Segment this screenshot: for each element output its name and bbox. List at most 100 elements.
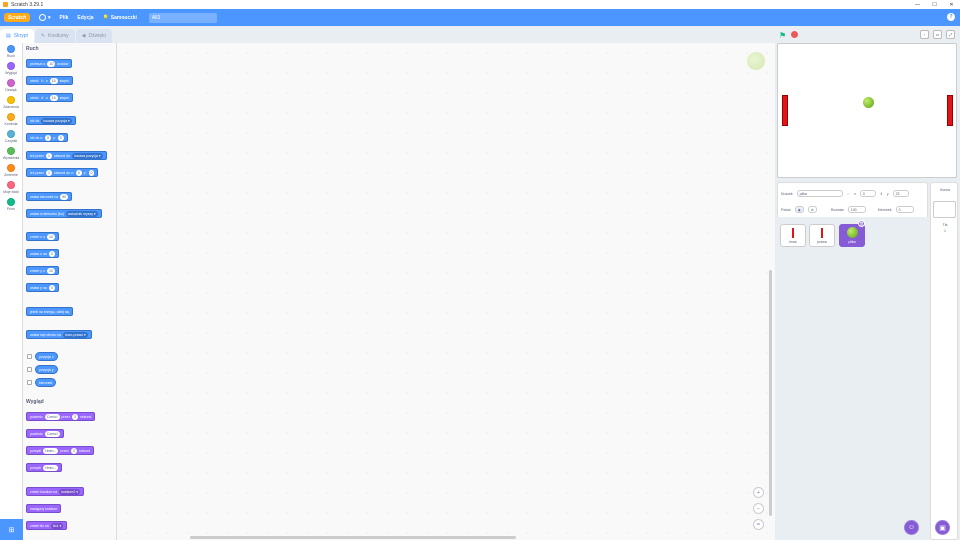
think-for-secs-block[interactable]: pomyśl Hmm... przez 2 sekund xyxy=(26,446,95,455)
y-input[interactable]: 0 xyxy=(57,134,64,141)
category-6[interactable]: Wyrażenia xyxy=(0,147,22,164)
stop-icon[interactable] xyxy=(791,31,798,38)
sprite-tile-lewa[interactable]: lewa xyxy=(780,224,806,247)
x-input[interactable]: 0 xyxy=(859,190,876,197)
rotation-style-block[interactable]: ustaw styl obrotu na lewo-prawo ▾ xyxy=(26,330,92,339)
hide-button[interactable]: ⊘ xyxy=(807,206,817,213)
language-menu[interactable]: ▾ xyxy=(39,14,51,21)
direction-reporter[interactable]: kierunek xyxy=(35,378,57,387)
project-title-input[interactable]: All3 xyxy=(148,12,217,23)
change-x-block[interactable]: zmień x o 10 xyxy=(26,232,59,241)
close-icon[interactable]: ✕ xyxy=(943,0,960,9)
choose-backdrop-button[interactable]: ▣ xyxy=(935,520,950,535)
category-9[interactable]: Pióro xyxy=(0,198,22,215)
y-input[interactable]: 0 xyxy=(48,284,55,291)
maximize-icon[interactable]: ☐ xyxy=(926,0,943,9)
category-0[interactable]: Ruch xyxy=(0,45,22,62)
tab-costumes[interactable]: ✎ Kostiumy xyxy=(34,29,75,43)
minimize-icon[interactable]: — xyxy=(909,0,926,9)
message-input[interactable]: Cześć! xyxy=(44,413,60,420)
point-towards-block[interactable]: ustaw w kierunku (ku) wskaźnik myszy ▾ xyxy=(26,209,102,218)
next-costume-block[interactable]: następny kostium xyxy=(26,504,62,513)
message-input[interactable]: Hmm... xyxy=(43,447,59,454)
ball-sprite[interactable] xyxy=(863,97,874,108)
rotation-style-dropdown[interactable]: lewo-prawo ▾ xyxy=(63,331,88,338)
goto-block[interactable]: idź do losowa pozycja ▾ xyxy=(26,116,76,125)
glide-xy-block[interactable]: leć przez 1 sekund do x: 0 y: 0 xyxy=(26,168,99,177)
show-visible-button[interactable]: ◉ xyxy=(794,206,804,213)
turn-left-block[interactable]: obróć ↺ o 15 stopni xyxy=(26,93,73,102)
steps-input[interactable]: 10 xyxy=(47,60,56,67)
zoom-out-button[interactable]: − xyxy=(753,503,764,514)
degrees-input[interactable]: 15 xyxy=(49,77,58,84)
file-menu[interactable]: Plik xyxy=(60,15,69,21)
bounce-block[interactable]: jeżeli na brzegu, odbij się xyxy=(26,307,74,316)
green-flag-icon[interactable]: ⚑ xyxy=(779,31,786,40)
switch-backdrop-block[interactable]: zmień tło na tło1 ▾ xyxy=(26,521,68,530)
tutorials-menu[interactable]: 💡 Samouczki xyxy=(103,15,137,21)
stage[interactable] xyxy=(777,43,957,178)
message-input[interactable]: Cześć! xyxy=(44,430,60,437)
sprite-name-input[interactable]: piłka xyxy=(796,190,843,197)
y-input[interactable]: 23 xyxy=(892,190,909,197)
glide-target-dropdown[interactable]: losowa pozycja ▾ xyxy=(72,152,103,159)
sprite-tile-prawa[interactable]: prawa xyxy=(809,224,835,247)
x-input[interactable]: 0 xyxy=(45,134,51,141)
turn-right-block[interactable]: obróć ↻ o 15 stopni xyxy=(26,76,73,85)
move-steps-block[interactable]: przesuń o 10 kroków xyxy=(26,59,73,68)
workspace-horizontal-scrollbar[interactable] xyxy=(190,536,516,539)
scratch-logo[interactable]: Scratch xyxy=(4,13,30,22)
right-paddle-sprite[interactable] xyxy=(947,95,953,126)
change-y-block[interactable]: zmień y o 10 xyxy=(26,266,59,275)
say-block[interactable]: powiedz Cześć! xyxy=(26,429,64,438)
think-block[interactable]: pomyśl Hmm... xyxy=(26,463,63,472)
category-1[interactable]: Wygląd xyxy=(0,62,22,79)
x-input[interactable]: 0 xyxy=(48,250,55,257)
goto-target-dropdown[interactable]: losowa pozycja ▾ xyxy=(41,117,72,124)
dx-input[interactable]: 10 xyxy=(46,233,55,240)
category-4[interactable]: Kontrola xyxy=(0,113,22,130)
workspace-vertical-scrollbar[interactable] xyxy=(769,270,772,516)
message-input[interactable]: Hmm... xyxy=(43,464,59,471)
secs-input[interactable]: 1 xyxy=(46,152,52,159)
direction-checkbox[interactable] xyxy=(27,380,32,385)
set-y-block[interactable]: ustaw y na 0 xyxy=(26,283,59,292)
category-3[interactable]: Zdarzenia xyxy=(0,96,22,113)
edit-menu[interactable]: Edycja xyxy=(77,15,93,21)
delete-sprite-icon[interactable]: 🗑 xyxy=(858,220,865,227)
add-extension-button[interactable]: ⊞ xyxy=(0,519,23,540)
y-position-reporter[interactable]: pozycja y xyxy=(35,365,58,374)
size-input[interactable]: 100 xyxy=(847,206,866,213)
zoom-in-button[interactable]: + xyxy=(753,487,764,498)
category-8[interactable]: Moje bloki xyxy=(0,181,22,198)
tab-code[interactable]: ▤ Skrypt xyxy=(0,29,34,43)
x-position-checkbox[interactable] xyxy=(27,354,32,359)
stage-target-panel[interactable]: Scena Tła 1 xyxy=(930,182,958,540)
small-stage-button[interactable]: ▫ xyxy=(920,30,929,39)
direction-input[interactable]: 0 xyxy=(895,206,914,213)
category-7[interactable]: Zmienne xyxy=(0,164,22,181)
towards-dropdown[interactable]: wskaźnik myszy ▾ xyxy=(65,210,98,217)
goto-xy-block[interactable]: idź do x: 0 y: 0 xyxy=(26,133,68,142)
backdrop-dropdown[interactable]: tło1 ▾ xyxy=(50,522,64,529)
category-5[interactable]: Czujniki xyxy=(0,130,22,147)
point-direction-block[interactable]: ustaw kierunek na 90 xyxy=(26,192,73,201)
large-stage-button[interactable]: ▭ xyxy=(933,30,942,39)
y-input[interactable]: 0 xyxy=(88,169,95,176)
costume-dropdown[interactable]: kostium2 ▾ xyxy=(59,488,80,495)
secs-input[interactable]: 1 xyxy=(46,169,52,176)
choose-sprite-button[interactable]: ☺ xyxy=(904,520,919,535)
category-2[interactable]: Dźwięk xyxy=(0,79,22,96)
switch-costume-block[interactable]: zmień kostium na kostium2 ▾ xyxy=(26,487,84,496)
fullscreen-button[interactable]: ⤢ xyxy=(946,30,955,39)
say-for-secs-block[interactable]: powiedz Cześć! przez 2 sekund xyxy=(26,412,96,421)
sprite-tile-pilka[interactable]: piłka xyxy=(839,224,865,247)
secs-input[interactable]: 2 xyxy=(70,447,77,454)
dy-input[interactable]: 10 xyxy=(46,267,55,274)
x-input[interactable]: 0 xyxy=(75,169,82,176)
y-position-checkbox[interactable] xyxy=(27,367,32,372)
direction-input[interactable]: 90 xyxy=(60,193,69,200)
secs-input[interactable]: 2 xyxy=(72,413,79,420)
zoom-reset-button[interactable]: = xyxy=(753,519,764,530)
degrees-input[interactable]: 15 xyxy=(49,94,58,101)
